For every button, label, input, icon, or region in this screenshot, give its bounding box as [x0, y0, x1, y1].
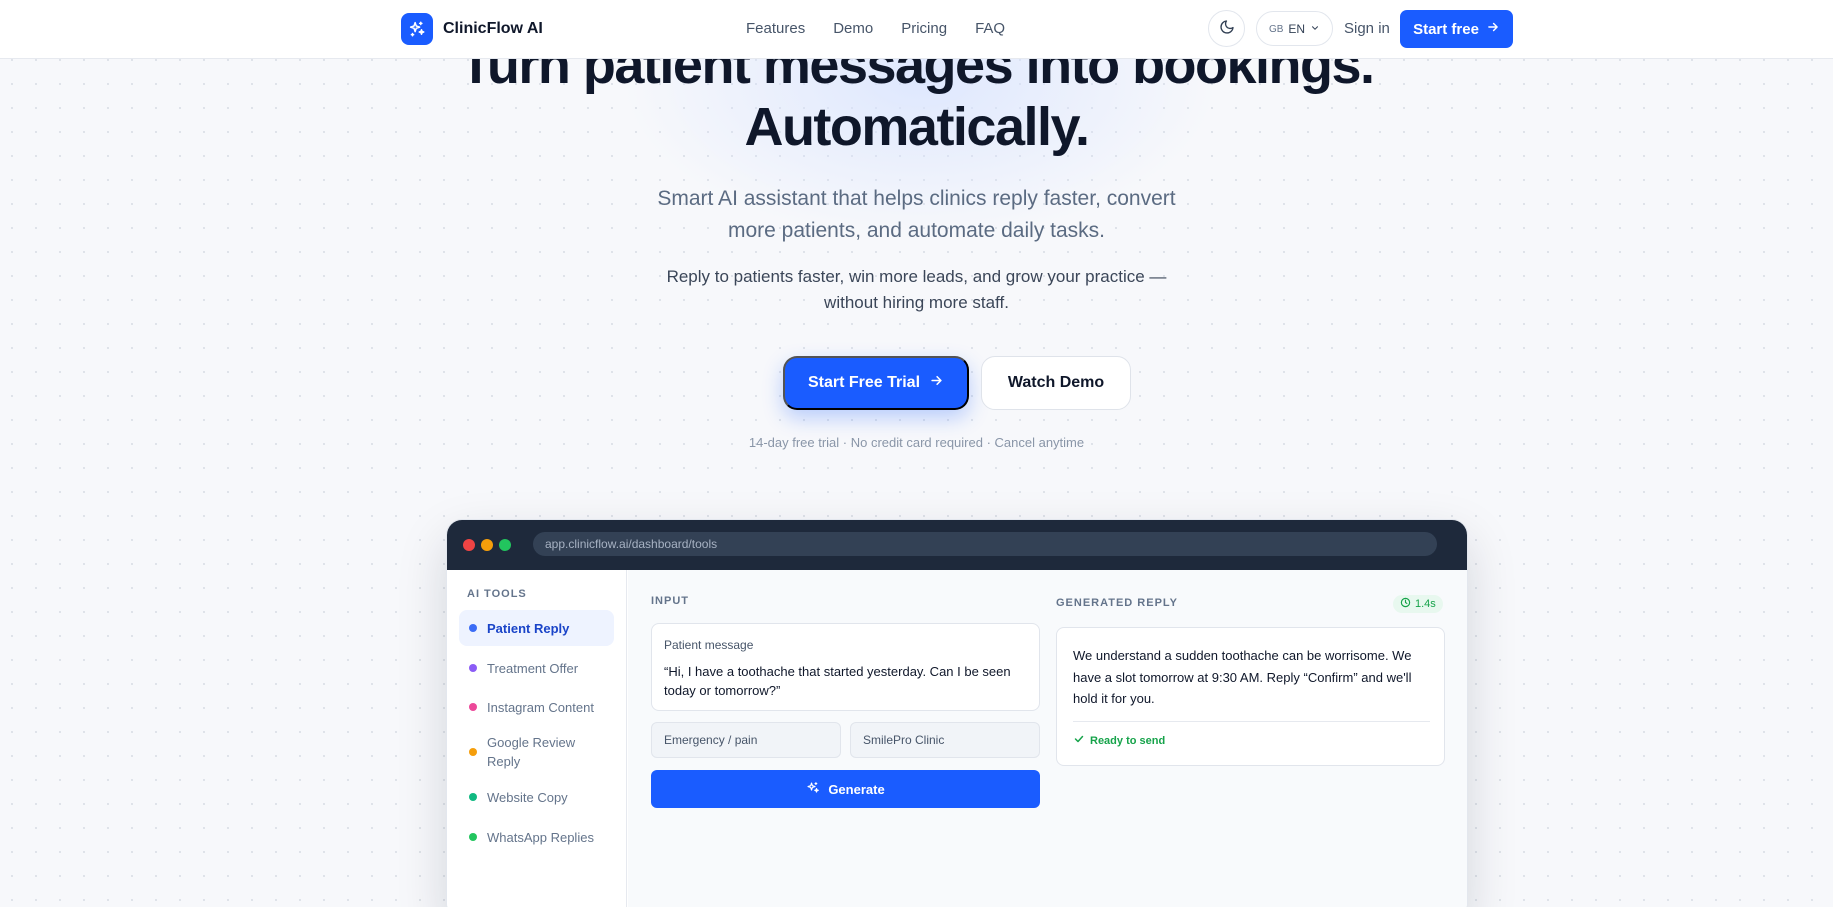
window-titlebar: app.clinicflow.ai/dashboard/tools: [447, 520, 1467, 570]
nav-faq[interactable]: FAQ: [975, 20, 1005, 37]
arrow-right-icon: [1486, 20, 1500, 38]
nav-pricing[interactable]: Pricing: [901, 20, 947, 37]
check-icon: [1073, 733, 1085, 748]
ready-status: Ready to send: [1073, 733, 1165, 748]
app-preview-window: app.clinicflow.ai/dashboard/tools AI TOO…: [446, 519, 1468, 907]
flag-label: GB: [1268, 24, 1284, 35]
input-section-label: INPUT: [651, 595, 689, 607]
generated-reply-card: We understand a sudden toothache can be …: [1056, 627, 1445, 766]
brand[interactable]: ClinicFlow AI: [401, 13, 543, 45]
window-close-dot: [463, 539, 475, 551]
patient-message-field[interactable]: Patient message “Hi, I have a toothache …: [651, 623, 1040, 711]
arrow-right-icon: [929, 373, 944, 393]
hero-title-line2: Automatically.: [744, 97, 1090, 157]
hero-description: Reply to patients faster, win more leads…: [666, 267, 1167, 312]
status-dot: [469, 703, 477, 711]
status-dot: [469, 748, 477, 756]
trial-fineprint: 14-day free trial · No credit card requi…: [748, 435, 1085, 450]
watch-demo-button[interactable]: Watch Demo: [981, 356, 1131, 410]
patient-message-label: Patient message: [664, 638, 754, 652]
window-maximize-dot: [499, 539, 511, 551]
response-time-badge: 1.4s: [1393, 595, 1443, 613]
response-time: 1.4s: [1415, 598, 1436, 610]
sidebar-item-label: Google Review Reply: [487, 735, 576, 769]
generate-button[interactable]: Generate: [651, 770, 1040, 808]
ready-status-label: Ready to send: [1090, 734, 1166, 747]
generated-reply-text: We understand a sudden toothache can be …: [1073, 648, 1412, 706]
start-free-button[interactable]: Start free: [1400, 10, 1513, 48]
clock-icon: [1400, 597, 1411, 611]
sidebar-item-label: Treatment Offer: [487, 660, 579, 676]
theme-toggle-button[interactable]: [1208, 10, 1245, 47]
sidebar-item-instagram-content[interactable]: Instagram Content: [459, 689, 614, 725]
status-dot: [469, 664, 477, 672]
sidebar-item-treatment-offer[interactable]: Treatment Offer: [459, 650, 614, 686]
sign-in-link[interactable]: Sign in: [1344, 20, 1390, 37]
category-field[interactable]: Emergency / pain: [651, 722, 841, 758]
start-free-trial-button[interactable]: Start Free Trial: [783, 356, 969, 410]
nav-features[interactable]: Features: [746, 20, 805, 37]
sidebar-item-google-review-reply[interactable]: Google Review Reply: [459, 728, 579, 776]
hero-subtitle: Smart AI assistant that helps clinics re…: [657, 187, 1176, 242]
status-dot: [469, 833, 477, 841]
sidebar-item-website-copy[interactable]: Website Copy: [459, 779, 614, 815]
tool-workspace: INPUT Patient message “Hi, I have a toot…: [628, 570, 1467, 907]
top-navbar: ClinicFlow AI Features Demo Pricing FAQ …: [0, 0, 1833, 59]
address-bar: app.clinicflow.ai/dashboard/tools: [533, 532, 1437, 556]
generated-reply-label: GENERATED REPLY: [1056, 597, 1178, 609]
sidebar-item-label: Instagram Content: [487, 699, 594, 715]
generate-label: Generate: [828, 781, 885, 797]
main-nav: Features Demo Pricing FAQ: [746, 20, 1005, 37]
patient-message-text: “Hi, I have a toothache that started yes…: [664, 664, 1011, 698]
clinic-name-field[interactable]: SmilePro Clinic: [850, 722, 1040, 758]
start-free-label: Start free: [1413, 20, 1479, 38]
window-minimize-dot: [481, 539, 493, 551]
moon-icon: [1219, 19, 1235, 38]
language-selector[interactable]: GB EN: [1256, 11, 1333, 46]
sidebar-item-patient-reply[interactable]: Patient Reply: [459, 610, 614, 646]
tools-sidebar: AI TOOLS Patient Reply Treatment Offer I…: [447, 570, 627, 907]
sidebar-item-whatsapp-replies[interactable]: WhatsApp Replies: [459, 819, 614, 855]
status-dot: [469, 793, 477, 801]
sparkles-icon: [806, 781, 820, 798]
cta-primary-label: Start Free Trial: [807, 374, 921, 391]
divider: [1073, 721, 1430, 722]
sidebar-item-label: WhatsApp Replies: [487, 829, 594, 845]
sparkles-icon: [401, 13, 433, 45]
sidebar-item-label: Patient Reply: [487, 620, 570, 636]
sidebar-item-label: Website Copy: [487, 789, 568, 805]
nav-demo[interactable]: Demo: [833, 20, 873, 37]
sidebar-heading: AI TOOLS: [467, 588, 527, 600]
language-code: EN: [1288, 21, 1306, 36]
brand-name: ClinicFlow AI: [443, 20, 543, 37]
chevron-down-icon: [1310, 22, 1320, 36]
status-dot: [469, 624, 477, 632]
